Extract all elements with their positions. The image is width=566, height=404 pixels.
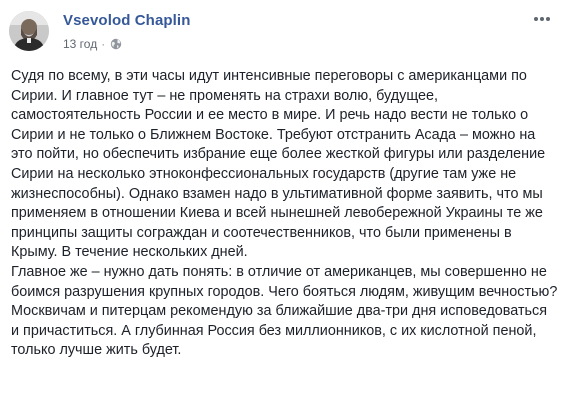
meta-separator: ·	[101, 37, 106, 51]
post-paragraph-2: Главное же – нужно дать понять: в отличи…	[11, 263, 558, 359]
author-name-link[interactable]: Vsevolod Chaplin	[63, 12, 190, 29]
post-body: Судя по всему, в эти часы идут интенсивн…	[11, 67, 559, 361]
more-options-icon[interactable]	[532, 12, 552, 26]
avatar-image	[9, 11, 49, 51]
facebook-post: Vsevolod Chaplin 13 год · Судя по всему,…	[0, 0, 566, 404]
avatar[interactable]	[9, 11, 49, 51]
post-paragraph-1: Судя по всему, в эти часы идут интенсивн…	[11, 68, 546, 261]
globe-icon[interactable]	[110, 38, 122, 50]
post-timestamp[interactable]: 13 год	[63, 37, 97, 51]
post-meta: 13 год ·	[63, 36, 122, 52]
